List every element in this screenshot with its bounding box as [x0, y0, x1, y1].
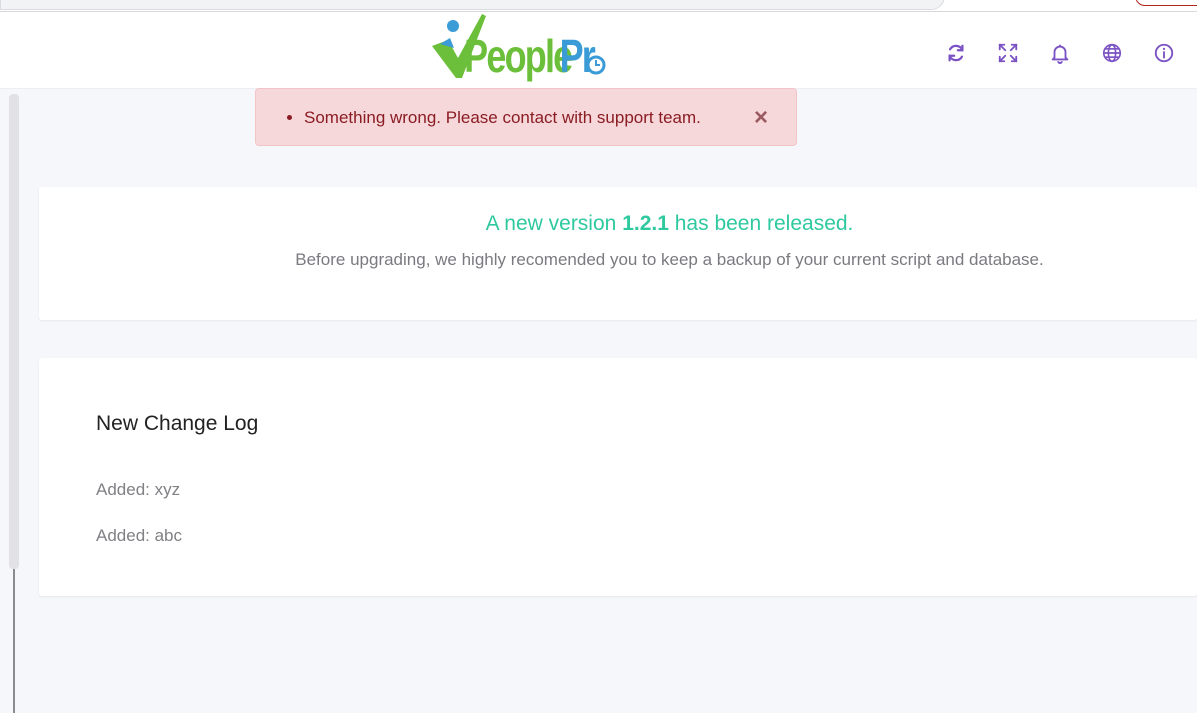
fullscreen-icon[interactable] [995, 40, 1021, 66]
changelog-item: Added: xyz [96, 480, 181, 499]
brand-logo[interactable]: People Pr [430, 12, 610, 89]
svg-text:People: People [464, 31, 572, 82]
version-title: A new version 1.2.1 has been released. [0, 212, 1197, 236]
close-icon[interactable]: × [752, 106, 770, 130]
left-divider [13, 569, 15, 713]
changelog-title: New Change Log [96, 412, 259, 435]
version-note: Before upgrading, we highly recomended y… [295, 250, 1044, 269]
changelog-card [39, 358, 1197, 596]
refresh-icon[interactable] [943, 40, 969, 66]
alert-message: Something wrong. Please contact with sup… [304, 107, 701, 129]
globe-icon[interactable] [1099, 40, 1125, 66]
left-scrollbar[interactable] [9, 94, 19, 569]
version-number: 1.2.1 [622, 212, 669, 235]
version-prefix: A new version [485, 212, 617, 235]
changelog-item: Added: abc [96, 526, 183, 545]
browser-profile-pill[interactable] [1135, 0, 1197, 6]
address-bar[interactable] [0, 0, 945, 10]
svg-text:Pr: Pr [560, 31, 596, 82]
alert-message-list: Something wrong. Please contact with sup… [304, 107, 701, 129]
bell-icon[interactable] [1047, 40, 1073, 66]
info-icon[interactable] [1151, 40, 1177, 66]
version-suffix: has been released. [674, 212, 854, 235]
error-alert: Something wrong. Please contact with sup… [255, 88, 797, 146]
header-actions [917, 38, 1177, 68]
browser-chrome-strip [0, 0, 1197, 12]
top-header: People Pr [0, 12, 1197, 89]
